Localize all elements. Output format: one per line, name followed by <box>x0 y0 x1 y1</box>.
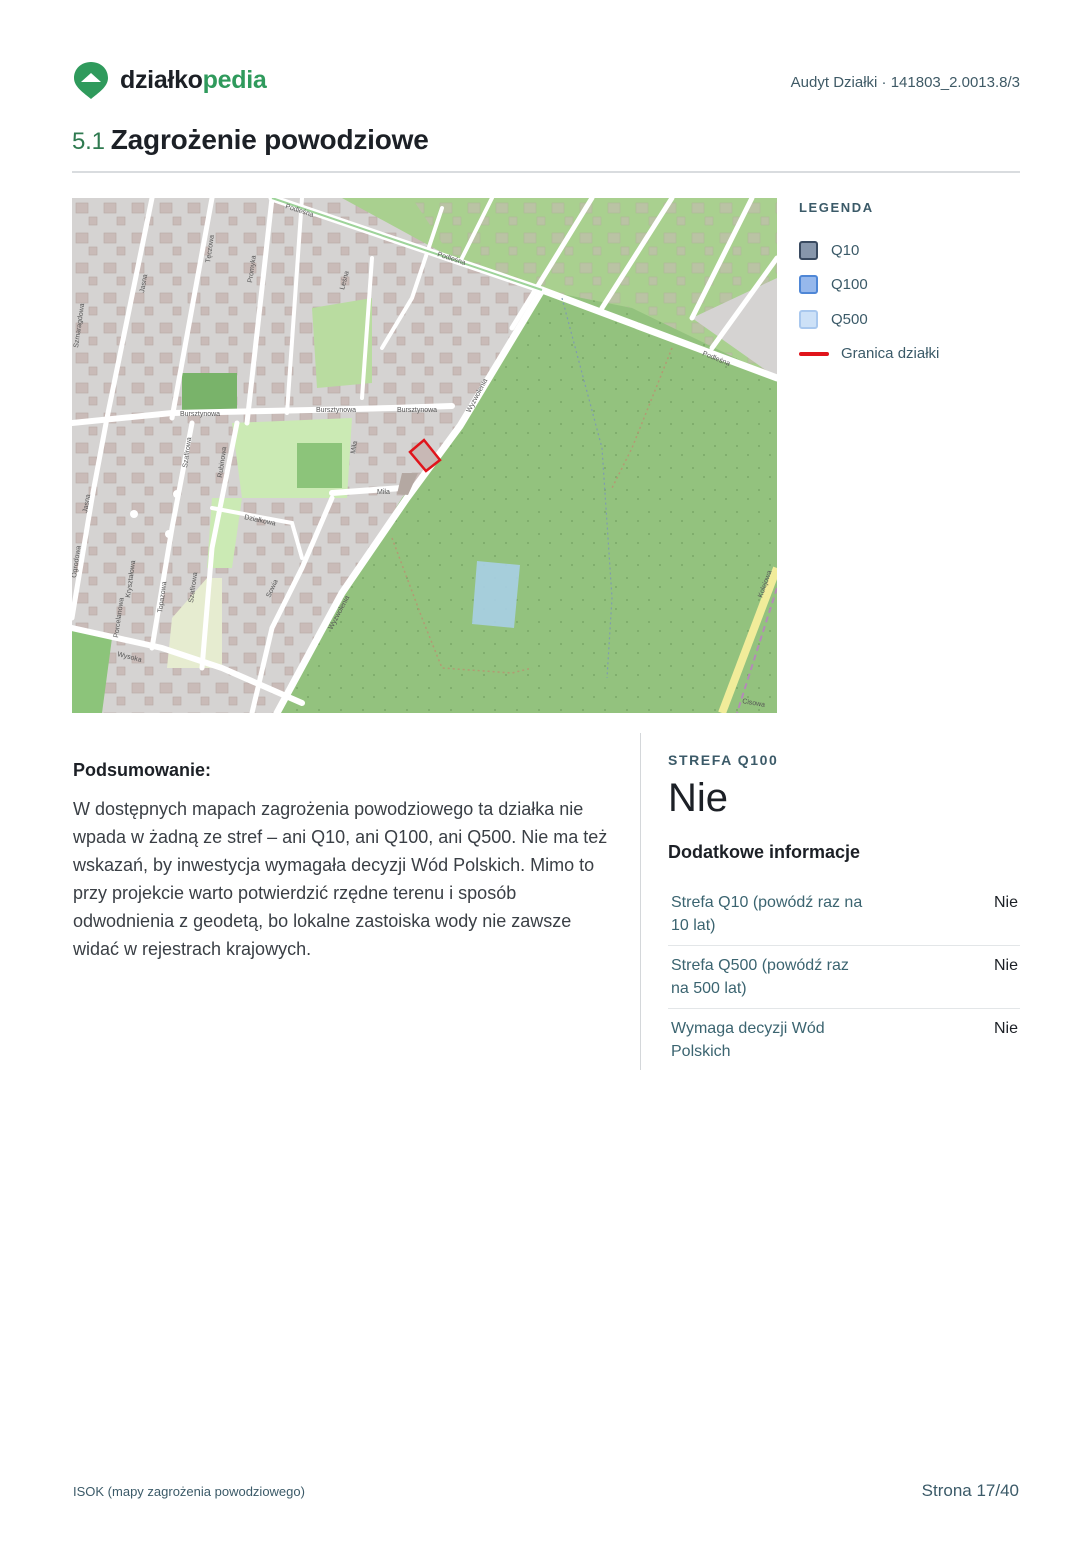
flood-zone-patch <box>472 561 520 628</box>
info-row-value: Nie <box>993 957 1018 974</box>
flood-info-panel: STREFA Q100 Nie Dodatkowe informacje Str… <box>668 752 1020 1071</box>
summary-heading: Podsumowanie: <box>73 760 212 780</box>
legend-item-q500: Q500 <box>799 302 1019 337</box>
info-row: Wymaga decyzji Wód Polskich Nie <box>668 1009 1020 1071</box>
park-4 <box>297 443 342 488</box>
page-number: Strona 17/40 <box>921 1481 1019 1500</box>
info-row-key: Wymaga decyzji Wód Polskich <box>671 1020 825 1060</box>
legend-swatch-parcel-line <box>799 351 829 356</box>
page-header: działkopedia Audyt Działki · 141803_2.00… <box>72 60 1020 100</box>
legend-label-q100: Q100 <box>831 276 868 294</box>
zone-label: STREFA Q100 <box>668 752 779 768</box>
column-divider <box>640 733 641 1070</box>
info-row: Strefa Q10 (powódź raz na 10 lat) Nie <box>668 883 1020 946</box>
street-label-mila-2: Miła <box>377 489 390 496</box>
legend-swatch-q100 <box>799 275 818 295</box>
logo-text: działkopedia <box>120 65 267 94</box>
section-title: 5.1 Zagrożenie powodziowe <box>72 124 429 156</box>
summary-section: Podsumowanie: W dostępnych mapach zagroż… <box>73 760 618 963</box>
footer-source: ISOK (mapy zagrożenia powodziowego) <box>73 1484 305 1499</box>
legend-item-q10: Q10 <box>799 233 1019 268</box>
title-divider <box>72 171 1020 173</box>
info-row-key: Strefa Q500 (powódź raz na 500 lat) <box>671 957 849 997</box>
info-row-value: Nie <box>993 894 1018 911</box>
summary-text: W dostępnych mapach zagrożenia powodziow… <box>73 799 608 959</box>
additional-info-title: Dodatkowe informacje <box>668 842 861 862</box>
legend-label-parcel-boundary: Granica działki <box>841 345 940 363</box>
location-pin-icon <box>74 62 108 99</box>
legend-item-q100: Q100 <box>799 268 1019 303</box>
legend-label-q500: Q500 <box>831 310 868 328</box>
park-1 <box>182 373 237 413</box>
document-reference: Audyt Działki · 141803_2.0013.8/3 <box>790 74 1020 91</box>
legend-label-q10: Q10 <box>831 241 860 259</box>
legend-title: LEGENDA <box>799 200 874 215</box>
map-canvas: Podleśna Podleśna Podleśna Bursztynowa B… <box>72 198 777 713</box>
info-row-value: Nie <box>993 1020 1018 1037</box>
zone-value: Nie <box>668 776 729 820</box>
map-legend: LEGENDA Q10 Q100 Q500 Granica działki <box>799 200 1019 371</box>
legend-swatch-q10 <box>799 240 818 260</box>
section-number: 5.1 <box>72 128 105 155</box>
street-label-bursztynowa-2: Bursztynowa <box>316 407 356 414</box>
flood-map[interactable]: Podleśna Podleśna Podleśna Bursztynowa B… <box>72 198 777 713</box>
street-label-bursztynowa-3: Bursztynowa <box>397 407 437 414</box>
section-title-text: Zagrożenie powodziowe <box>110 124 429 155</box>
legend-swatch-q500 <box>799 309 818 329</box>
info-row: Strefa Q500 (powódź raz na 500 lat) Nie <box>668 946 1020 1009</box>
info-row-key: Strefa Q10 (powódź raz na 10 lat) <box>671 894 863 934</box>
legend-item-parcel-boundary: Granica działki <box>799 337 1019 372</box>
street-label-bursztynowa-1: Bursztynowa <box>180 411 220 418</box>
logo: działkopedia <box>72 60 267 100</box>
